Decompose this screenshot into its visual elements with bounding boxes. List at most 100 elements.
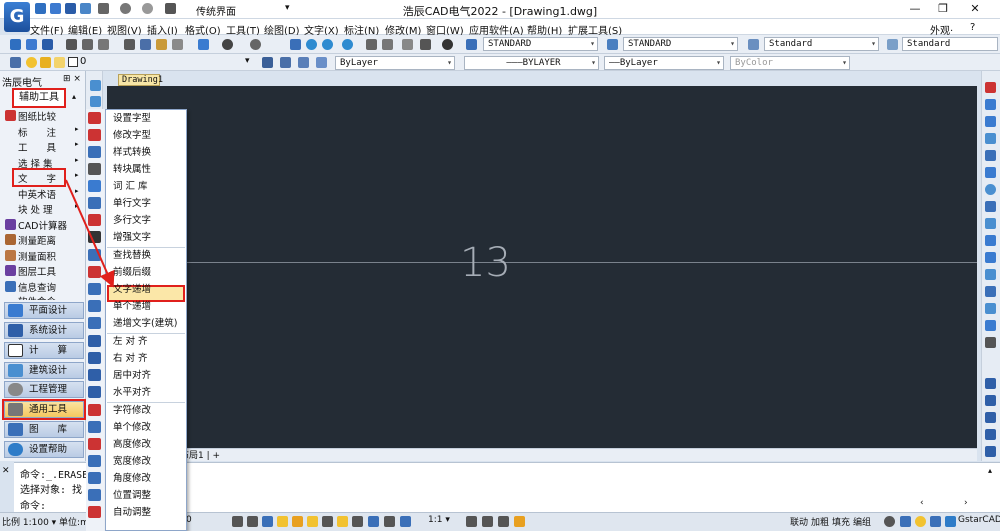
toggle-bold[interactable]: 加粗	[811, 515, 829, 528]
layer-on-icon[interactable]	[26, 57, 37, 68]
panel-item-tools[interactable]: 工 具	[18, 140, 56, 154]
layer-match-icon[interactable]	[316, 57, 327, 68]
panel-item-dimension[interactable]: 标 注	[18, 125, 56, 139]
collapse-icon[interactable]: ▴	[72, 92, 76, 101]
drawing-canvas[interactable]	[107, 86, 977, 448]
submenu-item-align-horizontal[interactable]: 水平对齐	[113, 384, 151, 401]
dim-style-select[interactable]: STANDARD ▾	[623, 37, 738, 51]
bring-front-icon[interactable]	[985, 395, 996, 406]
xline-tool-icon[interactable]	[90, 96, 101, 107]
send-under-icon[interactable]	[985, 446, 996, 457]
panel-item-calculator[interactable]: CAD计算器	[18, 218, 67, 232]
publish-icon[interactable]	[98, 39, 109, 50]
layer-states-icon[interactable]	[298, 57, 309, 68]
toggle-group[interactable]: 编组	[853, 515, 871, 528]
close-icon[interactable]: ✕	[2, 466, 10, 476]
annotation-visibility-icon[interactable]	[466, 516, 477, 527]
save-file-icon[interactable]	[42, 39, 53, 50]
qp-icon[interactable]	[368, 516, 379, 527]
zoom-previous-icon[interactable]	[342, 39, 353, 50]
grid-icon[interactable]	[247, 516, 258, 527]
submenu-item-height-modify[interactable]: 高度修改	[113, 436, 151, 453]
make-current-layer-icon[interactable]	[262, 57, 273, 68]
zoom-window-icon[interactable]	[322, 39, 333, 50]
array-icon[interactable]	[985, 150, 996, 161]
dim-style-icon[interactable]	[607, 39, 618, 50]
snap-icon[interactable]	[232, 516, 243, 527]
submenu-item-align-center[interactable]: 居中对齐	[113, 367, 151, 384]
line-tool-icon[interactable]	[90, 80, 101, 91]
submenu-item-enhanced-text[interactable]: 增强文字	[113, 229, 151, 246]
maximize-button[interactable]: ❐	[933, 2, 953, 15]
help-icon[interactable]: ?	[970, 22, 975, 33]
text-style-select[interactable]: STANDARD ▾	[483, 37, 598, 51]
calculator-icon[interactable]	[420, 39, 431, 50]
bring-above-icon[interactable]	[985, 429, 996, 440]
cat-system-design[interactable]: 系统设计	[4, 322, 84, 339]
paste-icon[interactable]	[156, 39, 167, 50]
panel-item-distance[interactable]: 测量距离	[18, 233, 56, 247]
open-file-icon[interactable]	[26, 39, 37, 50]
submenu-item-char-modify[interactable]: 字符修改	[113, 402, 151, 419]
table-style-icon[interactable]	[748, 39, 759, 50]
submenu-item-modify-font[interactable]: 修改字型	[113, 127, 151, 144]
break-icon[interactable]	[985, 269, 996, 280]
offset-icon[interactable]	[985, 133, 996, 144]
polar-icon[interactable]	[277, 516, 288, 527]
submenu-item-auto-adjust[interactable]: 自动调整	[113, 504, 151, 521]
extend-icon[interactable]	[985, 252, 996, 263]
submenu-item-multiline-text[interactable]: 多行文字	[113, 212, 151, 229]
copy-object-icon[interactable]	[985, 99, 996, 110]
cat-building-design[interactable]: 建筑设计	[4, 362, 84, 379]
mirror-icon[interactable]	[985, 116, 996, 127]
fillet-icon[interactable]	[985, 320, 996, 331]
cut-icon[interactable]	[124, 39, 135, 50]
add-layout-icon[interactable]: +	[213, 451, 221, 461]
pan-icon[interactable]	[290, 39, 301, 50]
dyn-icon[interactable]	[322, 516, 333, 527]
panel-item-compare[interactable]: 图纸比较	[18, 109, 56, 123]
lock-ui-icon[interactable]	[498, 516, 509, 527]
submenu-item-increment-text-building[interactable]: 递增文字(建筑)	[113, 315, 177, 332]
send-back-icon[interactable]	[985, 412, 996, 423]
text-style-icon[interactable]	[466, 39, 477, 50]
panel-item-info[interactable]: 信息查询	[18, 280, 56, 294]
rotate-icon[interactable]	[985, 184, 996, 195]
lineweight-select[interactable]: ——ByLayer ▾	[604, 56, 724, 70]
mleader-style-icon[interactable]	[887, 39, 898, 50]
mleader-style-select[interactable]: Standard	[902, 37, 998, 51]
plotstyle-select[interactable]: ByColor ▾	[730, 56, 850, 70]
cat-general-tools[interactable]: 通用工具	[2, 399, 86, 420]
panel-item-selection[interactable]: 选 择 集	[18, 156, 53, 170]
workspace-switch-icon[interactable]	[400, 516, 411, 527]
new-file-icon[interactable]	[10, 39, 21, 50]
submenu-item-align-right[interactable]: 右 对 齐	[113, 350, 148, 367]
submenu-item-position-adjust[interactable]: 位置调整	[113, 487, 151, 504]
join-icon[interactable]	[985, 286, 996, 297]
submenu-item-width-modify[interactable]: 宽度修改	[113, 453, 151, 470]
explode-icon[interactable]	[985, 337, 996, 348]
layer-dropdown-arrow[interactable]: ▾	[245, 56, 250, 66]
table-style-select[interactable]: Standard ▾	[764, 37, 879, 51]
panel-item-area[interactable]: 测量面积	[18, 249, 56, 263]
cat-settings-help[interactable]: 设置帮助	[4, 441, 84, 458]
submenu-item-align-left[interactable]: 左 对 齐	[113, 333, 148, 350]
layer-status-icon[interactable]	[900, 516, 911, 527]
layer-lock-icon[interactable]	[54, 57, 65, 68]
panel-pin-icon[interactable]: ⊞ ×	[63, 74, 81, 84]
cat-calculation[interactable]: 计 算	[4, 342, 84, 359]
trim-icon[interactable]	[985, 235, 996, 246]
app-logo[interactable]: G	[4, 2, 30, 32]
command-input[interactable]: 命令:	[20, 497, 46, 512]
panel-item-commands[interactable]: 软件命令	[18, 294, 56, 300]
submenu-item-single-increment[interactable]: 单个递增	[113, 298, 151, 315]
settings-gear-icon[interactable]	[884, 516, 895, 527]
ortho-icon[interactable]	[262, 516, 273, 527]
submenu-item-prefix-suffix[interactable]: 前缀后缀	[113, 264, 151, 281]
color-select[interactable]: ByLayer ▾	[335, 56, 455, 70]
minimize-button[interactable]: —	[905, 2, 925, 15]
close-button[interactable]: ✕	[965, 2, 985, 15]
panel-item-layer-tools[interactable]: 图层工具	[18, 264, 56, 278]
aux-tools-header[interactable]: 辅助工具	[12, 88, 66, 108]
zoom-realtime-icon[interactable]	[306, 39, 317, 50]
